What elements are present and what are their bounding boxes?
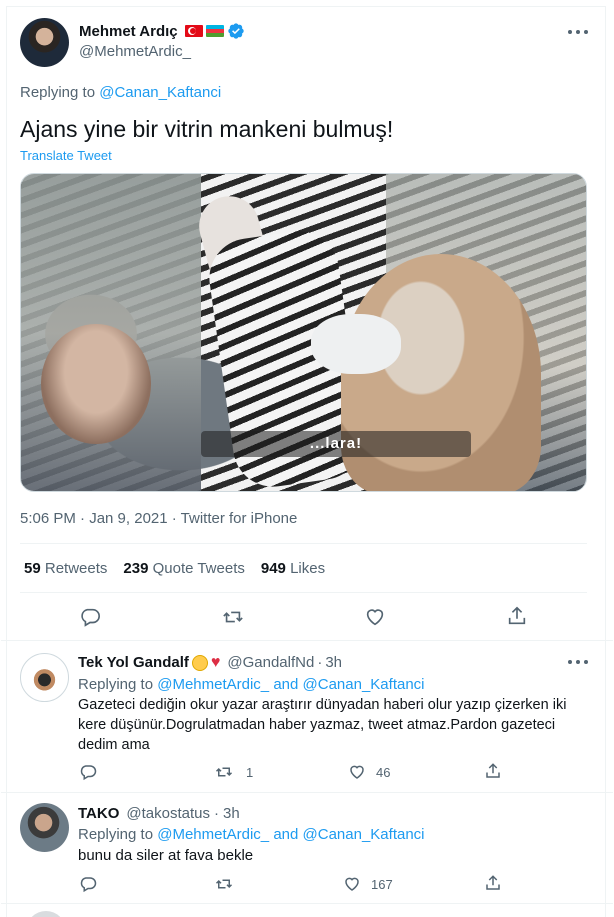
reply-header: TAKO @takostatus · 3h (78, 805, 240, 822)
share-icon[interactable] (484, 762, 502, 780)
replying-to-and: and (273, 826, 299, 843)
author-handle[interactable]: @MehmetArdic_ (79, 43, 191, 60)
more-options-icon[interactable] (568, 659, 588, 665)
like-icon (350, 765, 364, 779)
separator-dot: · (214, 805, 219, 822)
replying-to-link[interactable]: @Canan_Kaftanci (303, 826, 425, 843)
divider (1, 640, 613, 641)
quote-count: 239 (123, 560, 149, 577)
like-action[interactable]: 46 (348, 763, 390, 781)
author-avatar[interactable] (20, 18, 69, 67)
replying-to-label: Replying to (78, 826, 154, 843)
tweet-text: Ajans yine bir vitrin mankeni bulmuş! (20, 116, 394, 142)
replying-to-label: Replying to (78, 676, 154, 693)
replying-to-line: Replying to @Canan_Kaftanci (20, 84, 221, 101)
separator-dot: · (317, 654, 323, 671)
retweets-label: Retweets (44, 560, 108, 577)
likes-label: Likes (290, 560, 326, 577)
like-icon[interactable] (364, 606, 386, 628)
replying-to-and: and (273, 676, 299, 693)
share-icon[interactable] (484, 874, 502, 892)
like-count: 46 (376, 764, 391, 780)
reply-time[interactable]: 3h (325, 654, 342, 671)
like-icon (345, 877, 359, 891)
retweet-icon[interactable] (221, 606, 245, 628)
reply-author-handle[interactable]: @takostatus (126, 805, 210, 822)
turkey-flag-icon (184, 25, 203, 37)
like-count: 167 (371, 876, 393, 892)
like-action[interactable]: 167 (343, 875, 393, 893)
reply-text: Gazeteci dediğin okur yazar araştırır dü… (78, 697, 567, 753)
retweet-action[interactable]: 1 (214, 763, 253, 781)
author-name-row: Mehmet Ardıç (79, 22, 245, 40)
replying-to-link[interactable]: @Canan_Kaftanci (99, 84, 221, 101)
quote-label: Quote Tweets (152, 560, 245, 577)
reply-avatar[interactable] (20, 803, 69, 852)
azerbaijan-flag-icon (205, 25, 224, 37)
verified-badge-icon (227, 22, 245, 40)
reply-icon[interactable] (79, 606, 101, 628)
red-heart-emoji: ♥ (210, 653, 221, 671)
replying-to-link[interactable]: @MehmetArdic_ (157, 826, 269, 843)
retweets-stat[interactable]: 59 Retweets (24, 560, 107, 577)
reply-replying-to: Replying to @MehmetArdic_ and @Canan_Kaf… (78, 826, 425, 843)
tweet-timestamp[interactable]: 5:06 PM · Jan 9, 2021 · Twitter for iPho… (20, 510, 297, 527)
divider (20, 543, 587, 544)
retweet-icon[interactable] (214, 875, 234, 893)
retweet-count: 1 (246, 764, 254, 780)
angry-face-emoji (191, 654, 208, 671)
reply-avatar[interactable] (20, 653, 69, 702)
author-name[interactable]: Mehmet Ardıç (79, 23, 178, 40)
reply-icon[interactable] (79, 875, 97, 893)
reply-header: Tek Yol Gandalf ♥ @GandalfNd · 3h (78, 654, 342, 671)
replying-to-label: Replying to (20, 84, 96, 101)
reply-author-name[interactable]: Tek Yol Gandalf (78, 654, 189, 671)
likes-count: 949 (260, 560, 286, 577)
video-person (311, 314, 401, 374)
reply-text: bunu da siler at fava bekle (78, 847, 254, 864)
divider (1, 792, 613, 793)
quote-tweets-stat[interactable]: 239 Quote Tweets (123, 560, 244, 577)
replying-to-link[interactable]: @MehmetArdic_ (157, 676, 269, 693)
tweet-video[interactable]: ...lara! (20, 173, 587, 492)
share-icon[interactable] (506, 605, 528, 627)
video-person (41, 324, 151, 444)
reply-icon[interactable] (79, 763, 97, 781)
divider (1, 903, 613, 904)
reply-author-handle[interactable]: @GandalfNd (227, 654, 314, 671)
reply-time[interactable]: 3h (223, 805, 240, 822)
reply-replying-to: Replying to @MehmetArdic_ and @Canan_Kaf… (78, 676, 425, 693)
divider (20, 592, 587, 593)
retweets-count: 59 (24, 560, 41, 577)
translate-tweet-link[interactable]: Translate Tweet (20, 148, 112, 163)
retweet-icon (215, 767, 233, 777)
video-caption: ...lara! (201, 431, 471, 457)
replying-to-link[interactable]: @Canan_Kaftanci (303, 676, 425, 693)
tweet-stats: 59 Retweets 239 Quote Tweets 949 Likes (24, 560, 325, 577)
reply-author-name[interactable]: TAKO (78, 805, 119, 822)
likes-stat[interactable]: 949 Likes (261, 560, 325, 577)
more-options-icon[interactable] (568, 29, 588, 35)
